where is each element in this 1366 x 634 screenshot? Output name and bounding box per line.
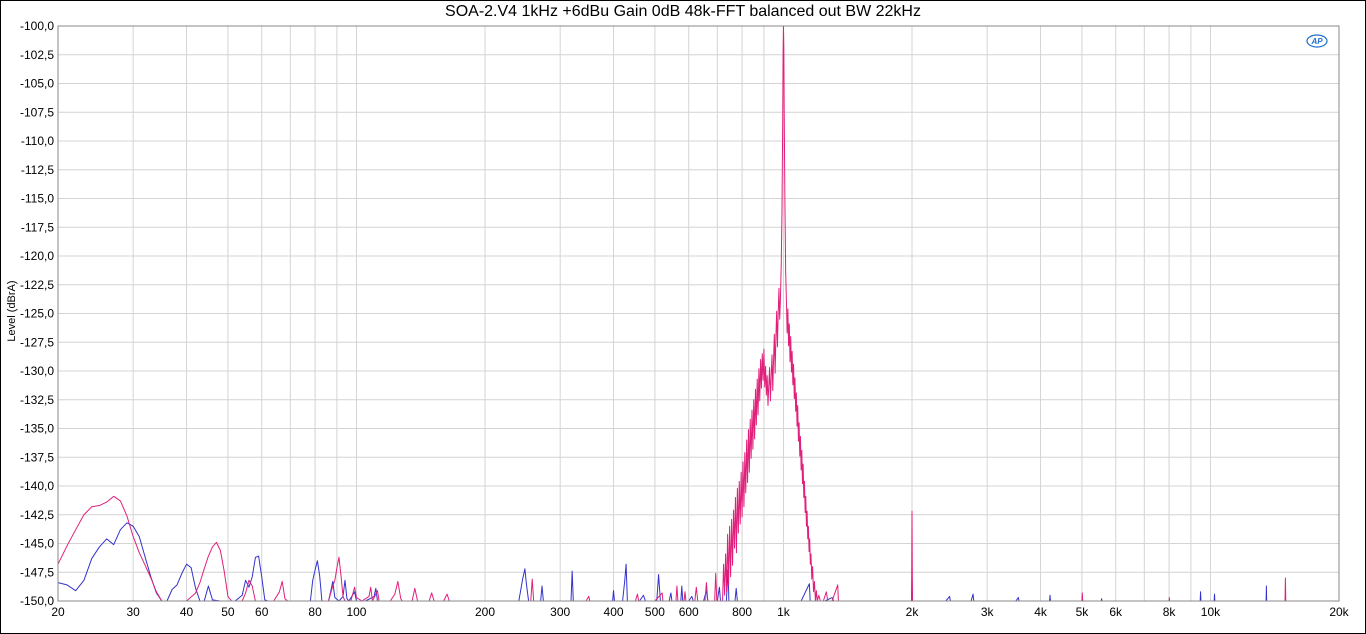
x-tick-label: 60: [255, 605, 269, 619]
grid-lines: [58, 25, 1339, 602]
y-tick-label: -102,5: [20, 48, 54, 62]
y-tick-label: -112,5: [21, 163, 54, 177]
y-tick-label: -125,0: [20, 307, 54, 321]
chart-plot: -100,0 -102,5 -105,0 -107,5 -110,0 -112,5 -115…: [20, 19, 1350, 619]
x-tick-label: 80: [308, 605, 322, 619]
x-tick-label: 30: [127, 605, 141, 619]
x-tick-label: 1k: [777, 605, 791, 619]
y-tick-label: -107,5: [20, 105, 54, 119]
x-tick-label: 20: [51, 605, 65, 619]
x-tick-label: 6k: [1109, 605, 1123, 619]
y-tick-label: -137,5: [20, 450, 54, 464]
x-tick-label: 200: [475, 605, 495, 619]
x-tick-label: 400: [604, 605, 624, 619]
y-tick-label: -140,0: [20, 479, 54, 493]
x-tick-label: 600: [679, 605, 699, 619]
ap-logo-text: AP: [1310, 37, 1323, 46]
x-tick-label: 800: [732, 605, 752, 619]
x-tick-label: 4k: [1034, 605, 1048, 619]
y-tick-label: -110,0: [21, 134, 54, 148]
y-tick-label: -115,0: [21, 192, 54, 206]
x-tick-label: 40: [180, 605, 194, 619]
y-tick-label: -150,0: [20, 594, 54, 608]
x-tick-label: 300: [550, 605, 570, 619]
x-tick-label: 100: [346, 605, 366, 619]
x-tick-label: 500: [645, 605, 665, 619]
y-tick-label: -142,5: [20, 508, 54, 522]
x-tick-label: 5k: [1076, 605, 1090, 619]
y-tick-label: -135,0: [20, 422, 54, 436]
y-tick-label: -120,0: [20, 249, 54, 263]
x-tick-label: 20k: [1329, 605, 1349, 619]
x-tick-label: 50: [221, 605, 235, 619]
y-tick-label: -122,5: [20, 278, 54, 292]
x-tick-label: 10k: [1201, 605, 1221, 619]
y-tick-label: -105,0: [20, 77, 54, 91]
x-tick-label: 2k: [906, 605, 920, 619]
y-tick-label: -130,0: [20, 364, 54, 378]
x-tick-labels: 20 30 40 50 60 80 100 200 300 400 500 600 800 1k 2k 3k 4…: [51, 605, 1349, 619]
y-tick-label: -132,5: [20, 393, 54, 407]
x-tick-label: 8k: [1163, 605, 1177, 619]
y-tick-label: -100,0: [20, 19, 54, 33]
y-tick-labels: -100,0 -102,5 -105,0 -107,5 -110,0 -112,5 -115…: [20, 19, 54, 608]
y-tick-label: -145,0: [20, 537, 54, 551]
ap-logo: AP: [1306, 34, 1328, 48]
y-tick-label: -127,5: [20, 335, 54, 349]
y-tick-label: -117,5: [21, 220, 54, 234]
x-tick-label: 3k: [981, 605, 995, 619]
y-tick-label: -147,5: [20, 565, 54, 579]
series-1-line: [57, 522, 1339, 602]
